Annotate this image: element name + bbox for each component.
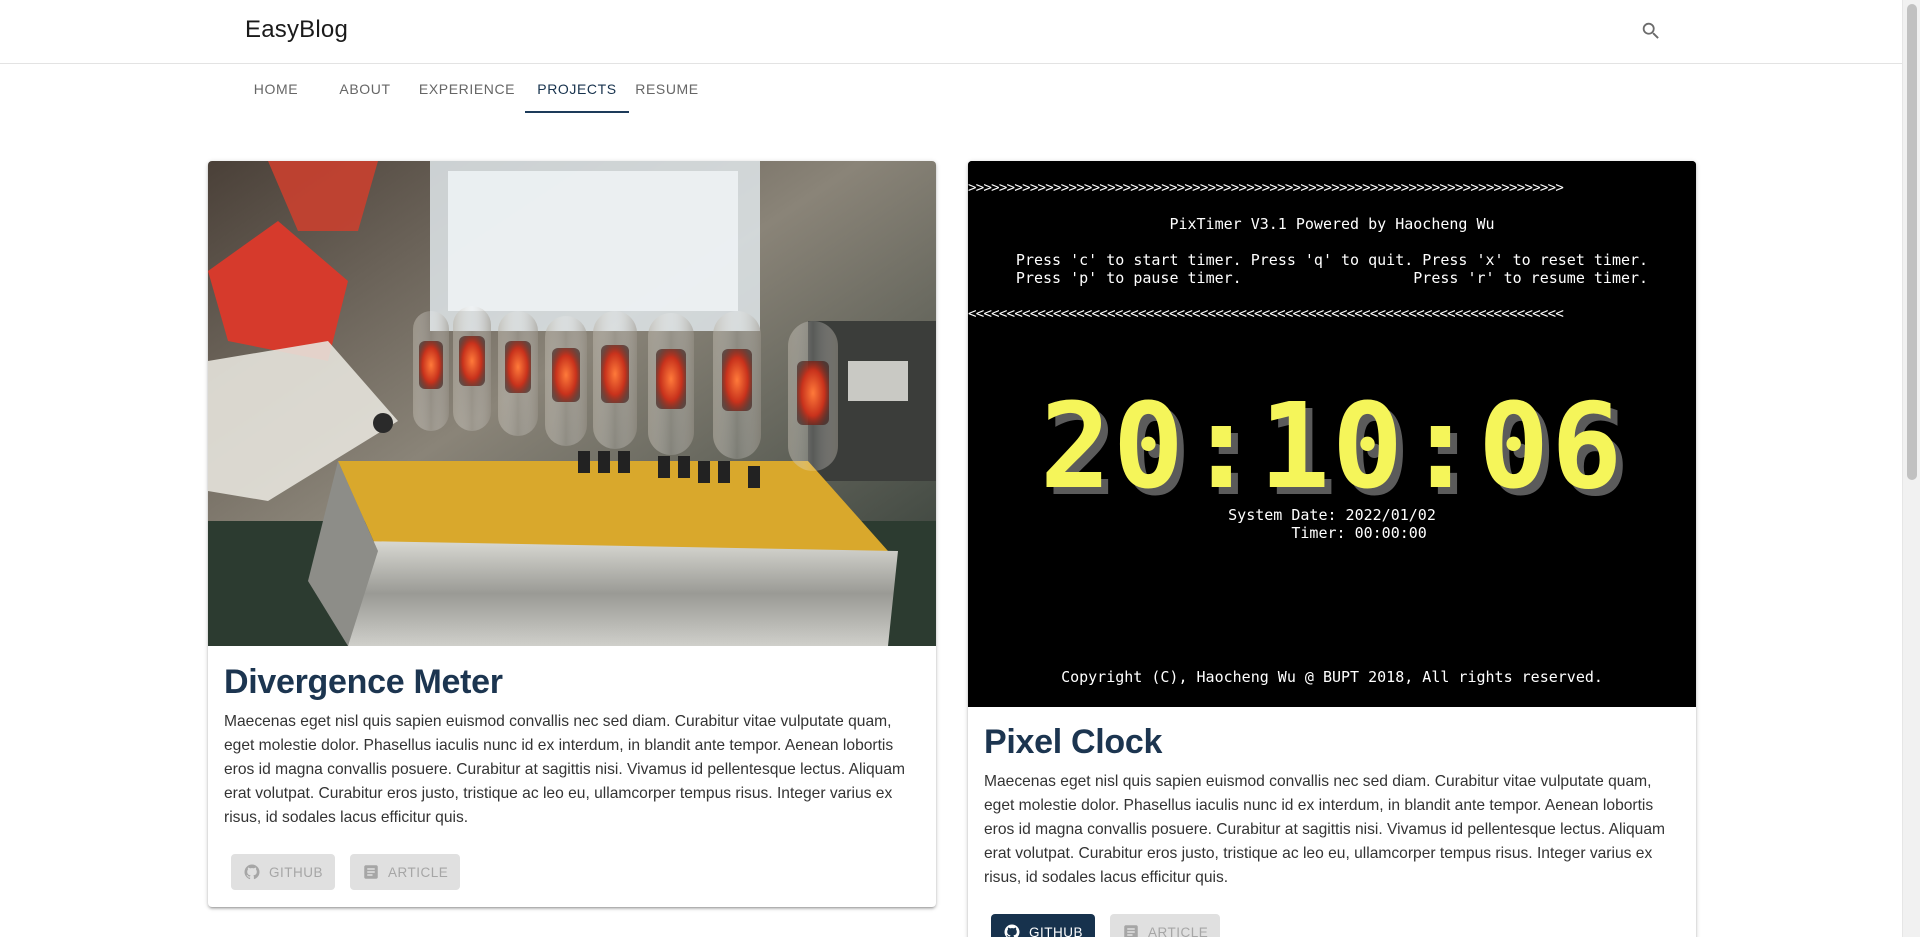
project-description: Maecenas eget nisl quis sapien euismod c… — [984, 773, 1665, 886]
project-image-nixie-clock — [208, 161, 936, 646]
github-button-label: GITHUB — [1029, 924, 1084, 937]
terminal-timer: Timer: 00:00:00 — [1237, 524, 1427, 542]
project-description: Maecenas eget nisl quis sapien euismod c… — [224, 713, 905, 826]
github-button[interactable]: GITHUB — [231, 854, 336, 890]
app-bar: EasyBlog — [0, 0, 1902, 64]
project-image-pixel-clock: >>>>>>>>>>>>>>>>>>>>>>>>>>>>>>>>>>>>>>>>… — [968, 161, 1696, 707]
article-icon — [1122, 923, 1140, 937]
terminal-system-date: System Date: 2022/01/02 — [1228, 506, 1436, 524]
search-icon — [1642, 22, 1659, 39]
terminal-help-line-1: Press 'c' to start timer. Press 'q' to q… — [1015, 251, 1649, 269]
tab-home[interactable]: HOME — [245, 65, 307, 113]
tab-experience[interactable]: EXPERIENCE — [412, 65, 522, 113]
search-button[interactable] — [1636, 16, 1666, 46]
terminal-header: PixTimer V3.1 Powered by Haocheng Wu — [1169, 215, 1495, 233]
article-button-label: ARTICLE — [388, 864, 449, 880]
tab-resume[interactable]: RESUME — [622, 65, 712, 113]
article-button[interactable]: ARTICLE — [1110, 914, 1221, 937]
terminal-copyright: Copyright (C), Haocheng Wu @ BUPT 2018, … — [1061, 668, 1603, 686]
project-actions: GITHUB ARTICLE — [991, 914, 1221, 937]
article-button-label: ARTICLE — [1148, 924, 1209, 937]
github-icon — [243, 863, 261, 881]
terminal-arrows-bottom: <<<<<<<<<<<<<<<<<<<<<<<<<<<<<<<<<<<<<<<<… — [968, 306, 1564, 322]
project-title: Pixel Clock — [984, 723, 1163, 761]
terminal-arrows-top: >>>>>>>>>>>>>>>>>>>>>>>>>>>>>>>>>>>>>>>>… — [968, 180, 1564, 196]
terminal-screen: >>>>>>>>>>>>>>>>>>>>>>>>>>>>>>>>>>>>>>>>… — [968, 161, 1696, 707]
github-button-label: GITHUB — [269, 864, 324, 880]
article-button[interactable]: ARTICLE — [350, 854, 461, 890]
article-icon — [362, 863, 380, 881]
scrollbar-thumb[interactable] — [1907, 4, 1917, 480]
tab-projects[interactable]: PROJECTS — [525, 65, 629, 113]
terminal-big-time: 20:10:06 — [1039, 377, 1625, 515]
page-scrollbar[interactable] — [1902, 0, 1920, 937]
project-title: Divergence Meter — [224, 663, 503, 701]
nixie-clock-photo — [208, 161, 936, 646]
nav-tabs: HOME ABOUT EXPERIENCE PROJECTS RESUME — [245, 65, 712, 113]
project-card-pixel-clock: >>>>>>>>>>>>>>>>>>>>>>>>>>>>>>>>>>>>>>>>… — [968, 161, 1696, 937]
terminal-help-line-2: Press 'p' to pause timer. Press 'r' to r… — [1015, 269, 1649, 287]
github-button[interactable]: GITHUB — [991, 914, 1096, 937]
project-card-divergence-meter: Divergence Meter Maecenas eget nisl quis… — [208, 161, 936, 907]
github-icon — [1003, 923, 1021, 937]
tab-about[interactable]: ABOUT — [323, 65, 407, 113]
project-actions: GITHUB ARTICLE — [231, 854, 461, 890]
brand-title[interactable]: EasyBlog — [245, 16, 348, 44]
